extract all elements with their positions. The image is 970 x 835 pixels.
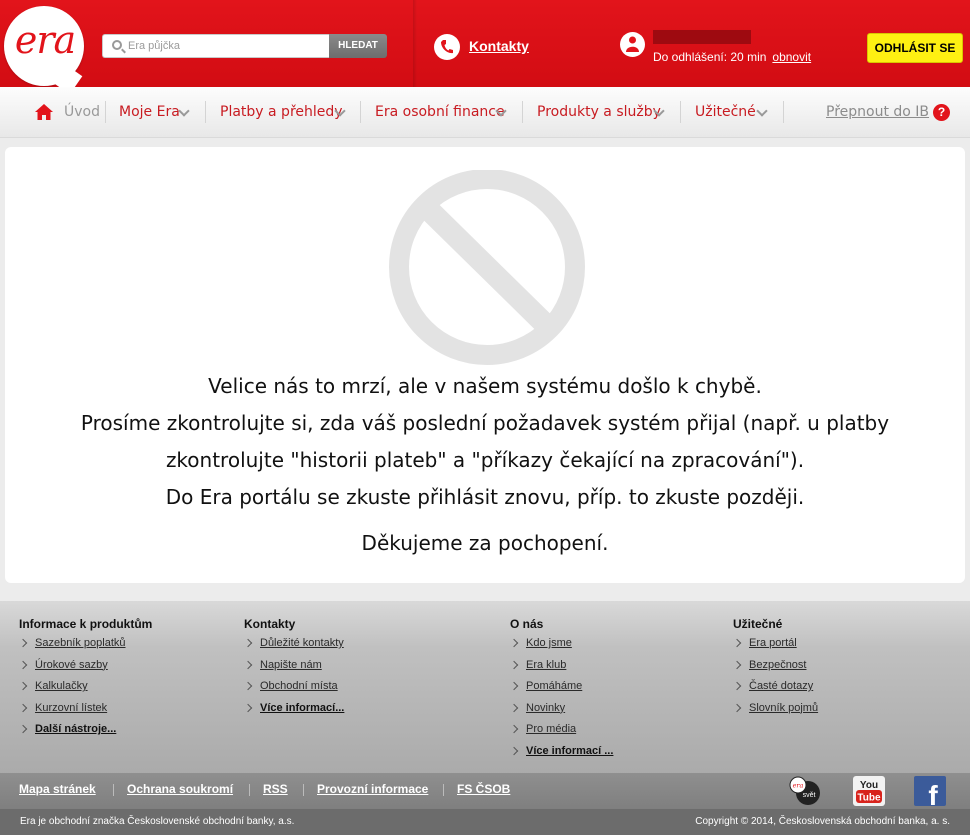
sitemap-link[interactable]: Mapa stránek [19,782,96,796]
footer-link[interactable]: Kalkulačky [35,680,88,692]
footer-column-title: O nás [510,617,544,631]
nav-separator [205,101,206,123]
era-svet-svet-text: svět [803,792,816,799]
error-message: Velice nás to mrzí, ale v našem systému … [5,368,965,516]
contacts-link[interactable]: Kontakty [469,38,529,54]
era-logo[interactable]: era [4,6,84,95]
footer-separator [303,784,304,796]
footer-link[interactable]: Kdo jsme [526,637,572,649]
footer-column-produkty: Informace k produktům Sazebník poplatků … [19,617,152,745]
user-icon [620,32,645,57]
youtube-icon[interactable]: You Tube [853,776,885,806]
era-svet-era-text: era [793,782,804,790]
footer-link[interactable]: Důležité kontakty [260,637,344,649]
nav-separator [783,101,784,123]
youtube-tube-text: Tube [857,793,881,804]
footer-link[interactable]: Era portál [749,637,797,649]
search-input[interactable] [128,38,326,54]
search-icon [112,40,122,50]
nav-uzitecne[interactable]: Užitečné [695,104,756,120]
error-line: zkontrolujte "historii plateb" a "příkaz… [165,448,805,472]
footer-link[interactable]: Časté dotazy [749,680,813,692]
logo-text: era [14,18,76,62]
footer-link[interactable]: Obchodní místa [260,680,338,692]
footer-separator [443,784,444,796]
logout-button[interactable]: ODHLÁSIT SE [867,33,963,63]
user-name-redacted [653,30,751,44]
copyright-bar: Era je obchodní značka Československé ob… [0,809,970,835]
chevron-down-icon [178,105,190,117]
nav-produkty[interactable]: Produkty a služby [537,104,661,120]
footer-link[interactable]: Slovník pojmů [749,702,818,714]
footer-link[interactable]: Novinky [526,702,565,714]
facebook-icon[interactable]: f [914,776,946,811]
operating-info-link[interactable]: Provozní informace [317,782,428,796]
footer-column-kontakty: Kontakty Důležité kontakty Napište nám O… [244,617,344,723]
header-divider [413,0,417,87]
footer-link[interactable]: Kurzovní lístek [35,702,107,714]
home-icon[interactable] [34,103,54,125]
nav-home[interactable]: Úvod [64,104,100,120]
footer-separator [249,784,250,796]
footer-link[interactable]: Bezpečnost [749,659,806,671]
blocked-icon [389,170,585,365]
error-line: Prosíme zkontrolujte si, zda váš posledn… [80,411,890,435]
error-line: Do Era portálu se zkuste přihlásit znovu… [165,485,805,509]
nav-moje-era[interactable]: Moje Era [119,104,180,120]
search-box: HLEDAT [102,34,387,58]
footer: Informace k produktům Sazebník poplatků … [0,601,970,835]
era-svet-icon[interactable]: era svět [789,776,821,806]
footer-column-title: Informace k produktům [19,617,153,631]
search-field[interactable] [102,34,330,58]
youtube-you-text: You [860,780,878,791]
facebook-f-text: f [928,780,938,806]
nav-osobni-finance[interactable]: Era osobní finance [375,104,505,120]
footer-more-link[interactable]: Další nástroje... [35,723,116,735]
switch-to-ib-link[interactable]: Přepnout do IB [826,104,929,120]
fs-csob-link[interactable]: FS ČSOB [457,782,510,796]
footer-link[interactable]: Pomáháme [526,680,582,692]
footer-link[interactable]: Napište nám [260,659,322,671]
footer-column-title: Kontakty [244,617,296,631]
footer-link[interactable]: Úrokové sazby [35,659,108,671]
footer-bottom-bar: Mapa stránek Ochrana soukromí RSS Provoz… [0,773,970,811]
footer-more-link[interactable]: Více informací ... [526,745,613,757]
chevron-down-icon [756,105,768,117]
brand-notice: Era je obchodní značka Československé ob… [20,816,295,827]
nav-separator [680,101,681,123]
footer-separator [113,784,114,796]
nav-separator [105,101,106,123]
footer-column-o-nas: O nás Kdo jsme Era klub Pomáháme Novinky… [510,617,613,766]
footer-link[interactable]: Pro média [526,723,576,735]
help-icon[interactable]: ? [933,104,950,121]
renew-session-link[interactable]: obnovit [772,50,811,64]
nav-separator [360,101,361,123]
footer-column-uzitecne: Užitečné Era portál Bezpečnost Časté dot… [733,617,818,723]
phone-icon [434,34,460,60]
copyright-notice: Copyright © 2014, Československá obchodn… [695,816,950,827]
header: era HLEDAT Kontakty Do odhlášení: 20 min… [0,0,970,95]
footer-link[interactable]: Era klub [526,659,566,671]
footer-link[interactable]: Sazebník poplatků [35,637,126,649]
thanks-message: Děkujeme za pochopení. [361,531,609,555]
search-button[interactable]: HLEDAT [329,34,387,58]
rss-link[interactable]: RSS [263,782,288,796]
nav-platby[interactable]: Platby a přehledy [220,104,343,120]
error-line: Velice nás to mrzí, ale v našem systému … [208,374,762,398]
logout-timer: Do odhlášení: 20 min obnovit [653,50,811,64]
main-nav: Úvod Moje Era Platby a přehledy Era osob… [0,87,970,138]
nav-separator [522,101,523,123]
footer-more-link[interactable]: Více informací... [260,702,344,714]
footer-column-title: Užitečné [733,617,783,631]
logout-timer-text: Do odhlášení: 20 min [653,50,767,64]
privacy-link[interactable]: Ochrana soukromí [127,782,233,796]
error-panel: Velice nás to mrzí, ale v našem systému … [5,147,965,583]
